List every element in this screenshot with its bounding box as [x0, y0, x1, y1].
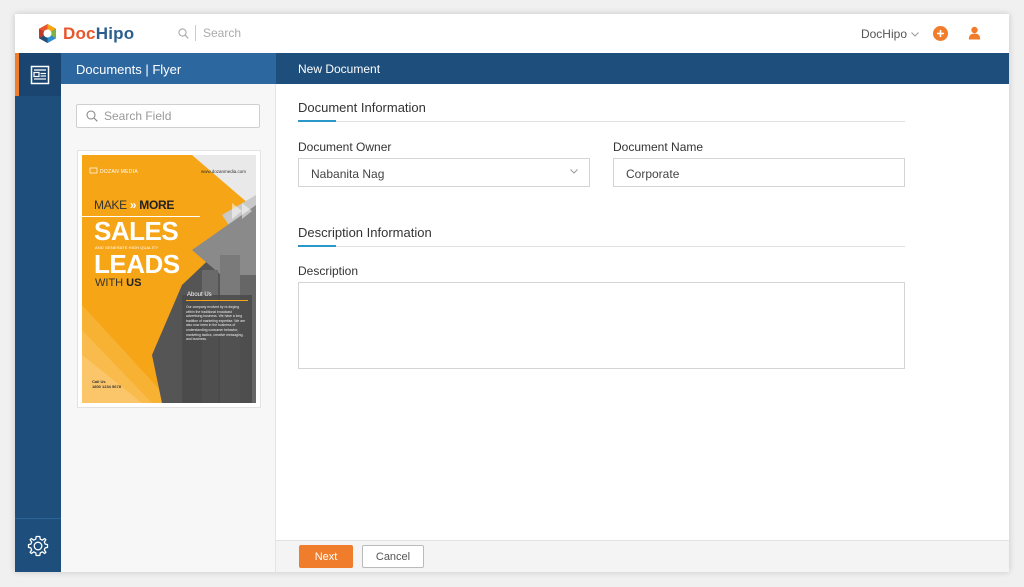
plus-icon [937, 30, 944, 37]
user-button[interactable] [968, 26, 981, 45]
description-label: Description [298, 264, 359, 278]
top-bar: DocHipo Search DocHipo [15, 14, 1009, 53]
field-search-input[interactable] [104, 109, 254, 123]
account-dropdown[interactable]: DocHipo [861, 27, 919, 41]
flyer-leads: LEADS [94, 249, 180, 279]
section-rule [298, 120, 905, 122]
document-icon [30, 65, 50, 84]
section-rule-accent [298, 245, 336, 247]
document-form: Document Information Document Owner Naba… [276, 84, 1009, 540]
left-nav-rail [15, 53, 61, 572]
flyer-preview: DOZAN MEDIA www.dozanmedia.com MAKE » MO… [82, 155, 256, 403]
search-separator [195, 25, 196, 41]
flyer-with-text: WITH [95, 277, 124, 289]
create-button[interactable] [933, 26, 948, 41]
flyer-more-text: MORE [139, 198, 175, 212]
chevron-down-icon [911, 31, 919, 37]
top-search-placeholder[interactable]: Search [203, 26, 241, 40]
logo-icon [39, 24, 56, 43]
document-owner-select[interactable]: Nabanita Nag [298, 158, 590, 187]
flyer-us-text: US [126, 277, 142, 289]
description-textarea[interactable] [298, 282, 905, 369]
gear-icon [27, 535, 49, 556]
field-search[interactable] [76, 104, 260, 128]
nav-documents[interactable] [15, 53, 61, 96]
app-window: DocHipo Search DocHipo Documents | Flyer… [15, 14, 1009, 572]
main-header: New Document [276, 53, 1009, 84]
flyer-sales: SALES [94, 216, 179, 246]
document-owner-value: Nabanita Nag [311, 167, 385, 181]
section-title-document-info: Document Information [298, 100, 426, 115]
next-button[interactable]: Next [299, 545, 353, 568]
account-label: DocHipo [860, 27, 907, 41]
search-icon [86, 110, 98, 122]
flyer-brand: DOZAN MEDIA [100, 169, 139, 175]
flyer-about-rule [186, 300, 248, 301]
document-name-label: Document Name [613, 140, 704, 154]
template-thumbnail[interactable]: DOZAN MEDIA www.dozanmedia.com MAKE » MO… [77, 150, 261, 408]
section-title-description-info: Description Information [298, 225, 432, 240]
flyer-make-text: MAKE [94, 198, 127, 212]
section-rule-accent [298, 120, 336, 122]
form-footer: Next Cancel [276, 540, 1009, 572]
flyer-make: MAKE » MORE [94, 198, 174, 212]
top-search[interactable]: Search [178, 25, 241, 41]
document-name-input[interactable]: Corporate [613, 158, 905, 187]
logo-text: DocHipo [63, 24, 134, 44]
cancel-button[interactable]: Cancel [362, 545, 424, 568]
section-rule [298, 245, 905, 247]
template-panel: DOZAN MEDIA www.dozanmedia.com MAKE » MO… [61, 84, 276, 572]
nav-settings[interactable] [15, 518, 61, 572]
logo-doc: Doc [63, 23, 96, 43]
flyer-arrows: » [129, 198, 137, 212]
flyer-phone: 1800 1234 5678 [92, 384, 121, 389]
logo-hipo: Hipo [95, 23, 135, 43]
document-name-value: Corporate [626, 167, 680, 181]
document-owner-label: Document Owner [298, 140, 392, 154]
search-icon [178, 27, 189, 39]
flyer-with: WITH US [95, 277, 141, 289]
chevron-down-icon [570, 169, 578, 174]
app-logo[interactable]: DocHipo [37, 23, 134, 44]
flyer-about-text: Our company evolved by re-forging within… [186, 305, 246, 342]
sidebar-title: Documents | Flyer [61, 53, 276, 84]
flyer-website: www.dozanmedia.com [200, 169, 246, 174]
flyer-about-heading: About Us [187, 292, 212, 298]
flyer-call: Call Us 1800 1234 5678 [92, 379, 121, 389]
user-icon [968, 26, 981, 40]
